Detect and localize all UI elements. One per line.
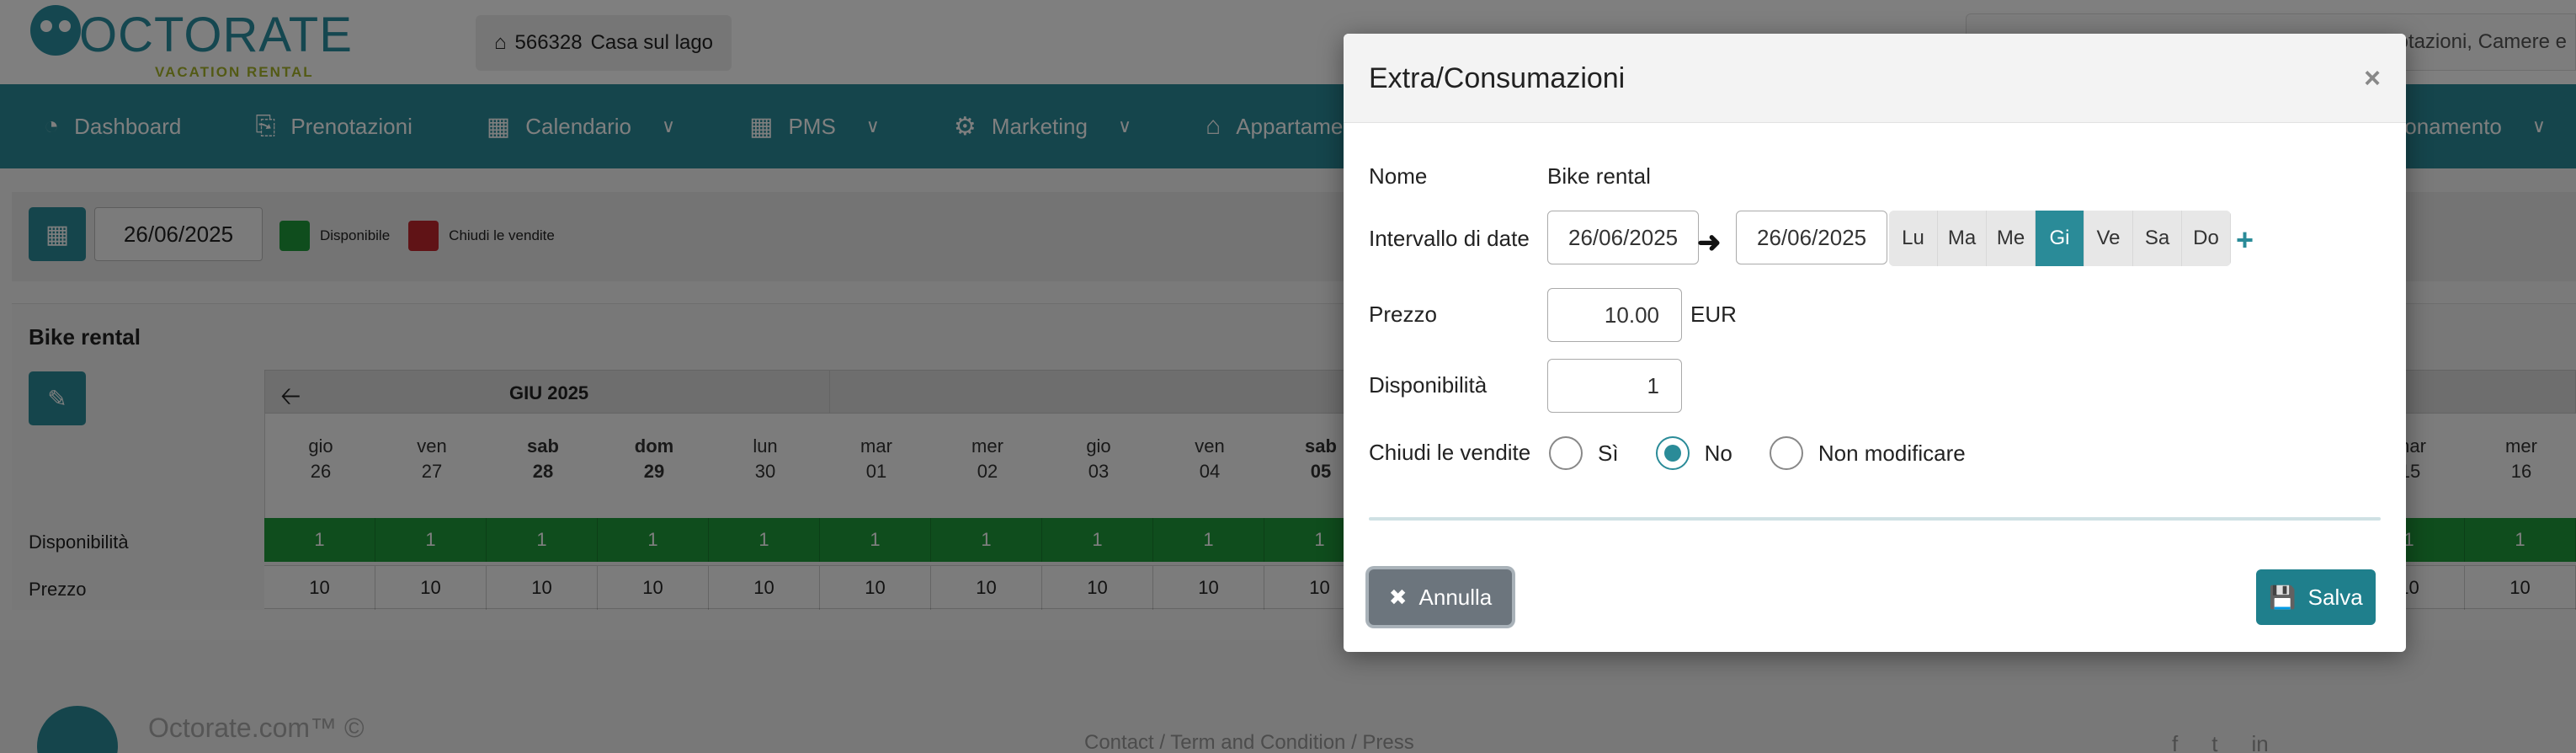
save-button[interactable]: 💾 Salva [2256, 569, 2376, 625]
modal-title: Extra/Consumazioni [1369, 62, 1626, 94]
weekday-gi-button[interactable]: Gi [2036, 211, 2084, 266]
currency-label: EUR [1690, 302, 1737, 327]
add-range-icon[interactable]: + [2236, 222, 2254, 258]
cancel-button[interactable]: ✖ Annulla [1369, 569, 1512, 625]
radio-button[interactable] [1655, 436, 1690, 470]
weekday-lu-button[interactable]: Lu [1889, 211, 1938, 266]
extra-consumption-modal: Extra/Consumazioni × Nome Bike rental In… [1344, 34, 2406, 652]
close-sales-option[interactable]: No [1655, 436, 1732, 470]
radio-button[interactable] [1549, 436, 1583, 470]
close-sales-label: Chiudi le vendite [1369, 440, 1531, 465]
radio-button[interactable] [1769, 436, 1803, 470]
date-to-input[interactable]: 26/06/2025 [1736, 211, 1887, 264]
close-sales-option[interactable]: Sì [1549, 436, 1619, 470]
radio-label: Non modificare [1818, 440, 1966, 466]
availability-label: Disponibilità [1369, 372, 1488, 398]
name-label: Nome [1369, 163, 1428, 189]
save-icon: 💾 [2269, 584, 2297, 610]
date-range-label: Intervallo di date [1369, 226, 1530, 251]
date-from-input[interactable]: 26/06/2025 [1547, 211, 1699, 264]
close-icon: ✖ [1388, 584, 1408, 610]
weekday-do-button[interactable]: Do [2182, 211, 2231, 266]
modal-header: Extra/Consumazioni × [1344, 34, 2406, 123]
name-value: Bike rental [1547, 163, 1651, 189]
arrow-right-icon: ➜ [1697, 227, 1722, 259]
weekday-selector: Lu Ma Me Gi Ve Sa Do [1889, 211, 2231, 266]
weekday-ma-button[interactable]: Ma [1938, 211, 1987, 266]
cancel-label: Annulla [1418, 584, 1493, 610]
modal-divider [1369, 517, 2381, 521]
radio-label: Sì [1598, 440, 1619, 466]
weekday-ve-button[interactable]: Ve [2084, 211, 2133, 266]
weekday-me-button[interactable]: Me [1987, 211, 2036, 266]
close-icon[interactable]: × [2364, 62, 2381, 95]
price-label: Prezzo [1369, 302, 1437, 327]
radio-label: No [1704, 440, 1732, 466]
price-input[interactable]: 10.00 [1547, 288, 1682, 342]
close-sales-option[interactable]: Non modificare [1769, 436, 1966, 470]
weekday-sa-button[interactable]: Sa [2133, 211, 2182, 266]
availability-input[interactable]: 1 [1547, 359, 1682, 413]
save-label: Salva [2307, 584, 2363, 610]
close-sales-radio-group: Sì No Non modificare [1549, 436, 2003, 470]
